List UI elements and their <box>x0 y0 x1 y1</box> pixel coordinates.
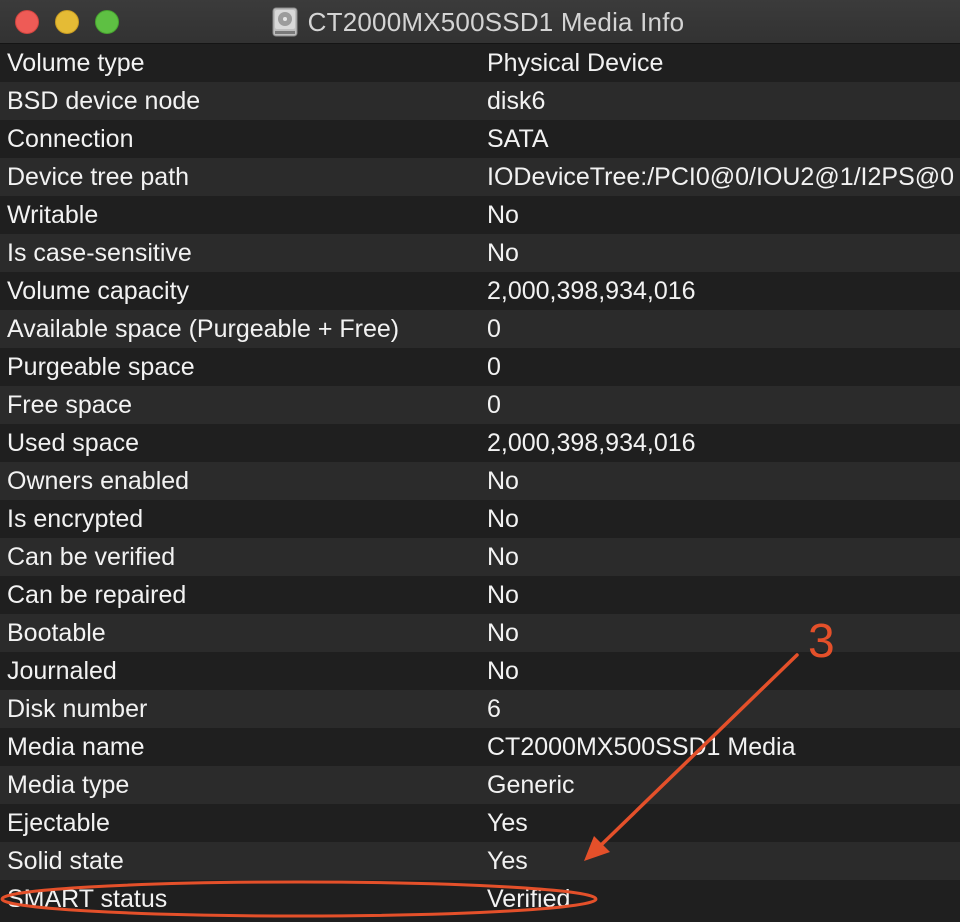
window-title-group: CT2000MX500SSD1 Media Info <box>0 0 960 44</box>
table-row[interactable]: Can be repaired No <box>0 576 960 614</box>
table-row[interactable]: Writable No <box>0 196 960 234</box>
table-row[interactable]: Used space 2,000,398,934,016 <box>0 424 960 462</box>
row-value: Generic <box>487 771 575 799</box>
row-label: Can be repaired <box>7 581 187 609</box>
row-label: Volume type <box>7 49 145 77</box>
table-row[interactable]: Disk number 6 <box>0 690 960 728</box>
row-label: Used space <box>7 429 140 457</box>
table-row[interactable]: Is case-sensitive No <box>0 234 960 272</box>
table-row[interactable]: Is encrypted No <box>0 500 960 538</box>
row-label: Media name <box>7 733 145 761</box>
row-value: No <box>487 657 519 685</box>
row-label: Purgeable space <box>7 353 195 381</box>
table-row[interactable]: Media name CT2000MX500SSD1 Media <box>0 728 960 766</box>
table-row[interactable]: SMART status Verified <box>0 880 960 918</box>
row-label: Available space (Purgeable + Free) <box>7 315 400 343</box>
row-value: 6 <box>487 695 501 723</box>
table-row[interactable]: Purgeable space 0 <box>0 348 960 386</box>
row-value: 0 <box>487 315 501 343</box>
row-value: SATA <box>487 125 549 153</box>
row-label: Is encrypted <box>7 505 144 533</box>
table-row[interactable]: Ejectable Yes <box>0 804 960 842</box>
table-row[interactable]: Volume capacity 2,000,398,934,016 <box>0 272 960 310</box>
row-label: Is case-sensitive <box>7 239 192 267</box>
table-row[interactable]: BSD device node disk6 <box>0 82 960 120</box>
row-value: No <box>487 581 519 609</box>
row-value: Yes <box>487 809 528 837</box>
title-bar[interactable]: CT2000MX500SSD1 Media Info <box>0 0 960 44</box>
table-row[interactable]: Available space (Purgeable + Free) 0 <box>0 310 960 348</box>
row-value: No <box>487 505 519 533</box>
row-label: Free space <box>7 391 133 419</box>
disk-drive-icon <box>272 7 298 37</box>
table-row[interactable]: Media type Generic <box>0 766 960 804</box>
row-label: Disk number <box>7 695 148 723</box>
row-value: No <box>487 201 519 229</box>
row-value: Yes <box>487 847 528 875</box>
row-label: Solid state <box>7 847 124 875</box>
window-title: CT2000MX500SSD1 Media Info <box>307 6 685 37</box>
table-row[interactable]: Solid state Yes <box>0 842 960 880</box>
row-label: SMART status <box>7 885 168 913</box>
row-value: No <box>487 239 519 267</box>
media-info-window: CT2000MX500SSD1 Media Info Volume type Ph… <box>0 0 960 922</box>
table-row[interactable]: Connection SATA <box>0 120 960 158</box>
table-row[interactable]: Free space 0 <box>0 386 960 424</box>
table-row[interactable]: Device tree path IODeviceTree:/PCI0@0/IOU… <box>0 158 960 196</box>
row-value: Physical Device <box>487 49 664 77</box>
table-row[interactable]: Volume type Physical Device <box>0 44 960 82</box>
row-value: No <box>487 619 519 647</box>
row-value: Verified <box>487 885 571 913</box>
row-label: Ejectable <box>7 809 110 837</box>
row-value: CT2000MX500SSD1 Media <box>487 733 796 761</box>
annotation-number: 3 <box>808 615 835 668</box>
row-value: 2,000,398,934,016 <box>487 277 696 305</box>
row-label: Connection <box>7 125 134 153</box>
row-label: Bootable <box>7 619 106 647</box>
row-value: disk6 <box>487 87 546 115</box>
row-value: IODeviceTree:/PCI0@0/IOU2@1/I2PS@0 <box>487 163 955 191</box>
row-value: No <box>487 467 519 495</box>
table-row[interactable]: Can be verified No <box>0 538 960 576</box>
row-label: BSD device node <box>7 87 201 115</box>
row-label: Media type <box>7 771 130 799</box>
row-label: Can be verified <box>7 543 176 571</box>
row-label: Device tree path <box>7 163 190 191</box>
row-label: Owners enabled <box>7 467 190 495</box>
row-label: Writable <box>7 201 99 229</box>
row-value: 0 <box>487 353 501 381</box>
row-label: Volume capacity <box>7 277 190 305</box>
row-label: Journaled <box>7 657 117 685</box>
media-info-table: Volume type Physical Device BSD device nod… <box>0 44 960 918</box>
row-value: 2,000,398,934,016 <box>487 429 696 457</box>
row-value: No <box>487 543 519 571</box>
row-value: 0 <box>487 391 501 419</box>
table-row[interactable]: Owners enabled No <box>0 462 960 500</box>
